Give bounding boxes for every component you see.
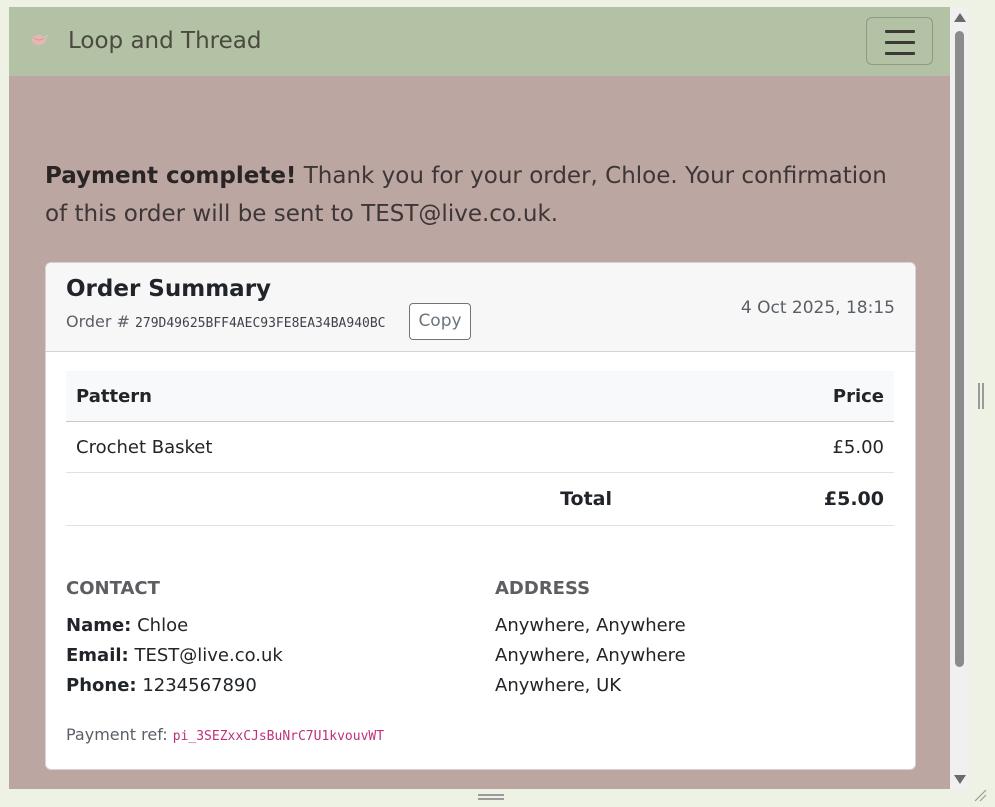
navbar: Loop and Thread bbox=[9, 7, 950, 76]
order-items-table: Pattern Price Crochet Basket £5.00 Total… bbox=[66, 371, 894, 526]
horizontal-resize-grip-icon[interactable] bbox=[478, 794, 504, 800]
order-date: 4 Oct 2025, 18:15 bbox=[740, 298, 895, 318]
hamburger-menu-icon bbox=[885, 30, 915, 33]
address-line: Anywhere, Anywhere bbox=[495, 615, 686, 636]
order-summary-card: Order Summary Order # 279D49625BFF4AEC93… bbox=[45, 262, 916, 770]
payment-ref-label: Payment ref: bbox=[66, 725, 173, 744]
order-summary-header: Order Summary Order # 279D49625BFF4AEC93… bbox=[46, 263, 915, 352]
order-summary-title: Order Summary bbox=[66, 276, 272, 302]
resize-corner-icon[interactable] bbox=[973, 787, 987, 802]
page-viewport: Loop and Thread Payment complete! Thank … bbox=[9, 7, 950, 789]
contact-heading: CONTACT bbox=[66, 578, 160, 599]
email-value: TEST@live.co.uk bbox=[128, 645, 283, 666]
table-row: Crochet Basket £5.00 bbox=[66, 422, 894, 473]
address-line: Anywhere, UK bbox=[495, 675, 622, 696]
order-id: 279D49625BFF4AEC93FE8EA34BA940BC bbox=[135, 316, 386, 331]
name-label: Name: bbox=[66, 615, 132, 636]
phone-value: 1234567890 bbox=[136, 675, 257, 696]
brand-name[interactable]: Loop and Thread bbox=[68, 28, 261, 54]
payment-reference: Payment ref: pi_3SEZxxCJsBuNrC7U1kvouvWT bbox=[66, 725, 384, 744]
order-number: Order # 279D49625BFF4AEC93FE8EA34BA940BC bbox=[66, 312, 386, 331]
scroll-down-arrow-icon[interactable] bbox=[954, 775, 966, 784]
vertical-resize-grip-icon[interactable] bbox=[978, 383, 984, 409]
item-price: £5.00 bbox=[832, 437, 884, 458]
payment-complete-label: Payment complete! bbox=[45, 163, 297, 189]
contact-name: Name: Chloe bbox=[66, 615, 188, 636]
total-label: Total bbox=[560, 488, 612, 510]
vertical-scrollbar[interactable] bbox=[950, 7, 969, 789]
total-value: £5.00 bbox=[823, 488, 884, 510]
table-total-row: Total £5.00 bbox=[66, 473, 894, 526]
table-header: Pattern Price bbox=[66, 371, 894, 422]
copy-order-number-button[interactable]: Copy bbox=[409, 303, 471, 340]
payment-confirmation-message: Payment complete! Thank you for your ord… bbox=[45, 157, 895, 233]
header-pattern: Pattern bbox=[76, 386, 152, 407]
order-number-label: Order # bbox=[66, 312, 136, 331]
name-value: Chloe bbox=[131, 615, 189, 636]
phone-label: Phone: bbox=[66, 675, 137, 696]
contact-email: Email: TEST@live.co.uk bbox=[66, 645, 283, 666]
menu-toggle-button[interactable] bbox=[866, 17, 933, 65]
header-price: Price bbox=[832, 386, 884, 407]
payment-ref-code: pi_3SEZxxCJsBuNrC7U1kvouvWT bbox=[172, 729, 385, 744]
address-line: Anywhere, Anywhere bbox=[495, 645, 686, 666]
scroll-up-arrow-icon[interactable] bbox=[954, 13, 966, 22]
address-heading: ADDRESS bbox=[495, 578, 591, 599]
yarn-icon bbox=[31, 32, 49, 46]
item-pattern: Crochet Basket bbox=[76, 437, 213, 458]
email-label: Email: bbox=[66, 645, 129, 666]
contact-phone: Phone: 1234567890 bbox=[66, 675, 257, 696]
scrollbar-thumb[interactable] bbox=[955, 31, 964, 667]
